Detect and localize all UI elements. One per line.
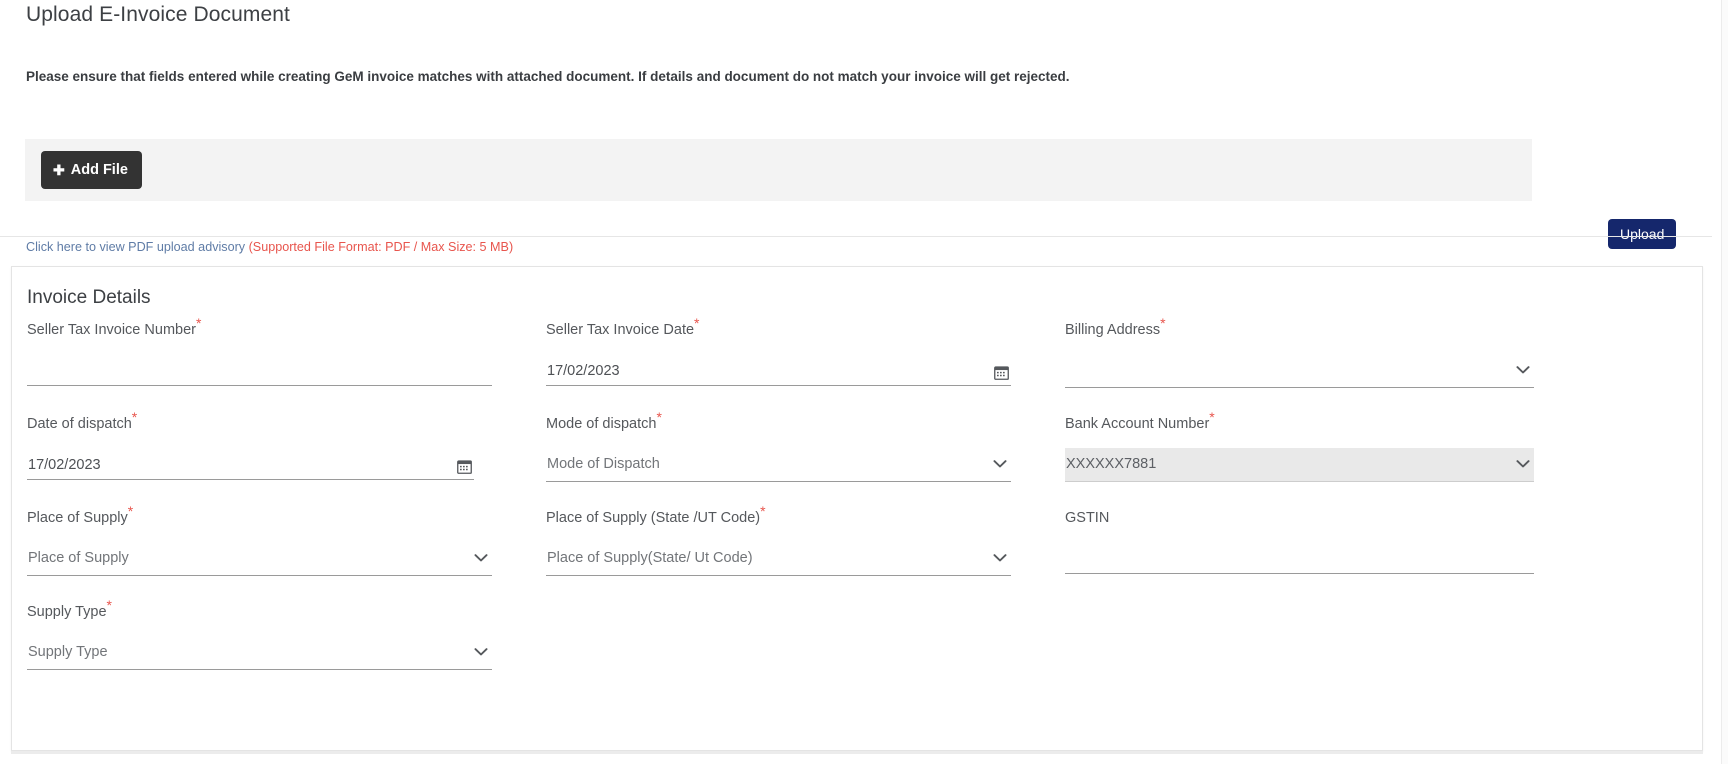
billing-address-select[interactable] [1065, 354, 1534, 388]
seller-tax-invoice-date-input[interactable] [546, 362, 1011, 385]
form-row: Date of dispatch* 17/02/2023 Mode of dis… [12, 410, 1704, 511]
place-of-supply-value: Place of Supply [28, 550, 129, 566]
label-text: Bank Account Number [1065, 416, 1210, 432]
invoice-details-form: Seller Tax Invoice Number* Seller Tax In… [12, 316, 1704, 699]
field-label: Place of Supply (State /UT Code)* [546, 504, 1011, 526]
required-asterisk: * [131, 409, 138, 426]
field-supply-type: Supply Type* Supply Type [27, 598, 492, 670]
label-text: Place of Supply [27, 510, 128, 526]
page-scrollbar[interactable] [1721, 0, 1728, 764]
field-gstin: GSTIN [1065, 511, 1534, 574]
label-text: GSTIN [1065, 510, 1110, 526]
invoice-details-card: Invoice Details Seller Tax Invoice Numbe… [11, 266, 1703, 751]
supply-type-select[interactable]: Supply Type [27, 636, 492, 670]
form-row: Seller Tax Invoice Number* Seller Tax In… [12, 316, 1704, 417]
label-text: Seller Tax Invoice Date [546, 322, 695, 338]
field-billing-address: Billing Address* [1065, 316, 1534, 388]
add-file-label: Add File [70, 162, 128, 178]
notice-text: Please ensure that fields entered while … [26, 69, 1070, 84]
place-of-supply-state-ut-code-value: Place of Supply(State/ Ut Code) [547, 550, 753, 566]
advisory-note: (Supported File Format: PDF / Max Size: … [248, 240, 514, 254]
calendar-icon[interactable] [994, 365, 1009, 380]
label-text: Seller Tax Invoice Number [27, 322, 196, 338]
file-dropzone[interactable]: ✚ Add File [25, 139, 1532, 201]
bank-account-number-value: XXXXXX7881 [1066, 456, 1157, 472]
chevron-down-icon [474, 648, 488, 657]
field-bank-account-number: Bank Account Number* XXXXXX7881 [1065, 410, 1534, 482]
label-text: Supply Type [27, 604, 107, 620]
page-title: Upload E-Invoice Document [26, 3, 290, 26]
add-file-button[interactable]: ✚ Add File [41, 151, 142, 189]
chevron-down-icon [1516, 460, 1530, 469]
field-seller-tax-invoice-date: Seller Tax Invoice Date* [546, 316, 1011, 386]
label-text: Billing Address [1065, 322, 1161, 338]
seller-tax-invoice-number-input[interactable] [27, 362, 492, 385]
field-label: Billing Address* [1065, 316, 1534, 338]
field-label: GSTIN [1065, 511, 1534, 526]
field-mode-of-dispatch: Mode of dispatch* Mode of Dispatch [546, 410, 1011, 482]
input-wrapper [546, 354, 1011, 386]
input-wrapper [27, 354, 492, 386]
mode-of-dispatch-value: Mode of Dispatch [547, 456, 660, 472]
bank-account-number-select[interactable]: XXXXXX7881 [1065, 447, 1534, 482]
field-label: Bank Account Number* [1065, 410, 1534, 432]
input-wrapper [1065, 542, 1534, 574]
chevron-down-icon [993, 460, 1007, 469]
field-seller-tax-invoice-number: Seller Tax Invoice Number* [27, 316, 492, 386]
chevron-down-icon [474, 554, 488, 563]
required-asterisk: * [694, 315, 700, 332]
upload-button[interactable]: Upload [1608, 219, 1677, 249]
field-label: Mode of dispatch* [546, 410, 1011, 432]
label-text: Mode of dispatch [546, 416, 657, 432]
field-place-of-supply-state-ut-code: Place of Supply (State /UT Code)* Place … [546, 504, 1011, 576]
field-label: Seller Tax Invoice Number* [27, 316, 492, 338]
required-asterisk: * [1160, 315, 1166, 332]
card-bottom-shadow [11, 751, 1703, 754]
label-text: Date of dispatch [27, 416, 132, 432]
required-asterisk: * [127, 503, 134, 520]
field-label: Supply Type* [27, 598, 492, 620]
form-row: Supply Type* Supply Type [12, 598, 1704, 699]
required-asterisk: * [656, 409, 662, 426]
calendar-icon[interactable] [457, 459, 472, 474]
chevron-down-icon [1516, 366, 1530, 375]
place-of-supply-select[interactable]: Place of Supply [27, 542, 492, 576]
input-wrapper [27, 448, 474, 480]
supply-type-value: Supply Type [28, 644, 108, 660]
section-title-invoice-details: Invoice Details [27, 287, 151, 308]
required-asterisk: * [1209, 409, 1215, 426]
required-asterisk: * [106, 597, 112, 614]
upload-e-invoice-page: Upload E-Invoice Document Please ensure … [0, 0, 1728, 764]
field-label: Place of Supply* [27, 504, 492, 526]
field-label: Date of dispatch* [27, 410, 474, 432]
place-of-supply-state-ut-code-select[interactable]: Place of Supply(State/ Ut Code) [546, 542, 1011, 576]
advisory-text: Click here to view PDF upload advisory (… [26, 240, 513, 254]
field-label: Seller Tax Invoice Date* [546, 316, 1011, 338]
mode-of-dispatch-select[interactable]: Mode of Dispatch [546, 448, 1011, 482]
upload-divider [0, 236, 1712, 237]
chevron-down-icon [993, 554, 1007, 563]
form-row: Place of Supply* Place of Supply Place o… [12, 504, 1704, 605]
label-text: Place of Supply (State /UT Code) [546, 510, 761, 526]
field-place-of-supply: Place of Supply* Place of Supply [27, 504, 492, 576]
gstin-input[interactable] [1065, 550, 1534, 573]
plus-icon: ✚ [53, 162, 65, 178]
field-date-of-dispatch: Date of dispatch* [27, 410, 474, 480]
required-asterisk: * [195, 315, 202, 332]
required-asterisk: * [760, 503, 766, 520]
pdf-advisory-link[interactable]: Click here to view PDF upload advisory [26, 240, 249, 254]
date-of-dispatch-input[interactable] [27, 456, 474, 479]
